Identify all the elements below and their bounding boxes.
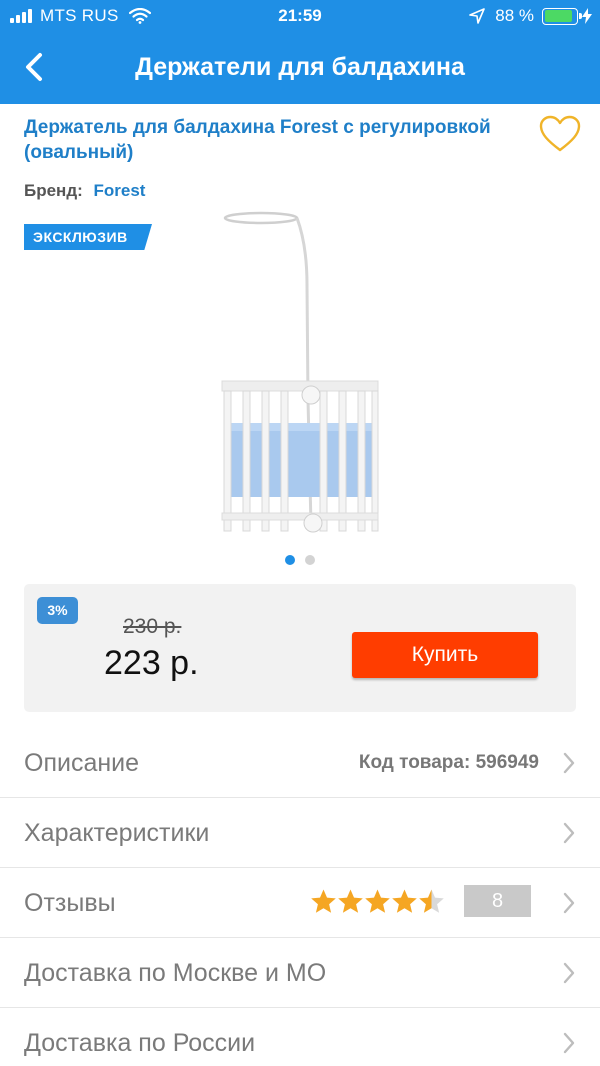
chevron-right-icon xyxy=(563,962,575,984)
row-description[interactable]: Описание Код товара: 596949 xyxy=(0,728,600,798)
exclusive-badge: ЭКСКЛЮЗИВ xyxy=(24,224,152,250)
star-icon xyxy=(392,889,417,913)
row-description-label: Описание xyxy=(24,749,140,777)
star-icon xyxy=(338,889,363,913)
row-specs[interactable]: Характеристики xyxy=(0,798,600,868)
chevron-right-icon xyxy=(563,822,575,844)
brand-link[interactable]: Forest xyxy=(94,181,146,200)
row-delivery-moscow-label: Доставка по Москве и МО xyxy=(24,959,327,987)
star-icon xyxy=(419,889,444,913)
row-reviews[interactable]: Отзывы 8 xyxy=(0,868,600,938)
price-panel: 3% 230 р. 223 р. Купить xyxy=(24,584,576,712)
heart-outline-icon xyxy=(539,115,581,152)
reviews-count: 8 xyxy=(464,885,531,917)
star-icon xyxy=(311,889,336,913)
chevron-right-icon xyxy=(563,1032,575,1054)
current-price: 223 р. xyxy=(104,644,199,682)
battery-icon xyxy=(542,7,582,25)
product-code: Код товара: 596949 xyxy=(358,752,539,773)
product-image[interactable] xyxy=(210,205,390,550)
row-delivery-russia-label: Доставка по России xyxy=(24,1029,256,1057)
gallery-dot[interactable] xyxy=(285,555,295,565)
charging-bolt-icon xyxy=(582,8,592,24)
app-header: MTS RUS 21:59 88 % Держатели для балдахи… xyxy=(0,0,600,104)
buy-button[interactable]: Купить xyxy=(352,632,538,678)
gallery-pagination[interactable] xyxy=(285,555,325,565)
page-title: Держатели для балдахина xyxy=(135,53,465,81)
favorite-button[interactable] xyxy=(538,114,582,154)
location-arrow-icon xyxy=(469,8,486,24)
row-delivery-russia[interactable]: Доставка по России xyxy=(0,1008,600,1066)
battery-percent: 88 % xyxy=(495,6,534,25)
nav-bar: Держатели для балдахина xyxy=(0,34,600,104)
chevron-right-icon xyxy=(563,892,575,914)
gallery-dot[interactable] xyxy=(305,555,315,565)
chevron-right-icon xyxy=(563,752,575,774)
product-title: Держатель для балдахина Forest с регулир… xyxy=(24,117,491,163)
row-delivery-moscow[interactable]: Доставка по Москве и МО xyxy=(0,938,600,1008)
status-bar: MTS RUS 21:59 88 % xyxy=(0,0,600,34)
brand-line: Бренд: Forest xyxy=(24,181,145,201)
brand-label: Бренд: xyxy=(24,181,83,200)
row-specs-label: Характеристики xyxy=(24,819,210,847)
rating-stars xyxy=(310,888,445,915)
star-icon xyxy=(365,889,390,913)
product-info-list: Описание Код товара: 596949 Характеристи… xyxy=(0,728,600,1066)
discount-badge: 3% xyxy=(37,597,78,624)
old-price: 230 р. xyxy=(123,615,182,638)
row-reviews-label: Отзывы xyxy=(24,889,116,917)
